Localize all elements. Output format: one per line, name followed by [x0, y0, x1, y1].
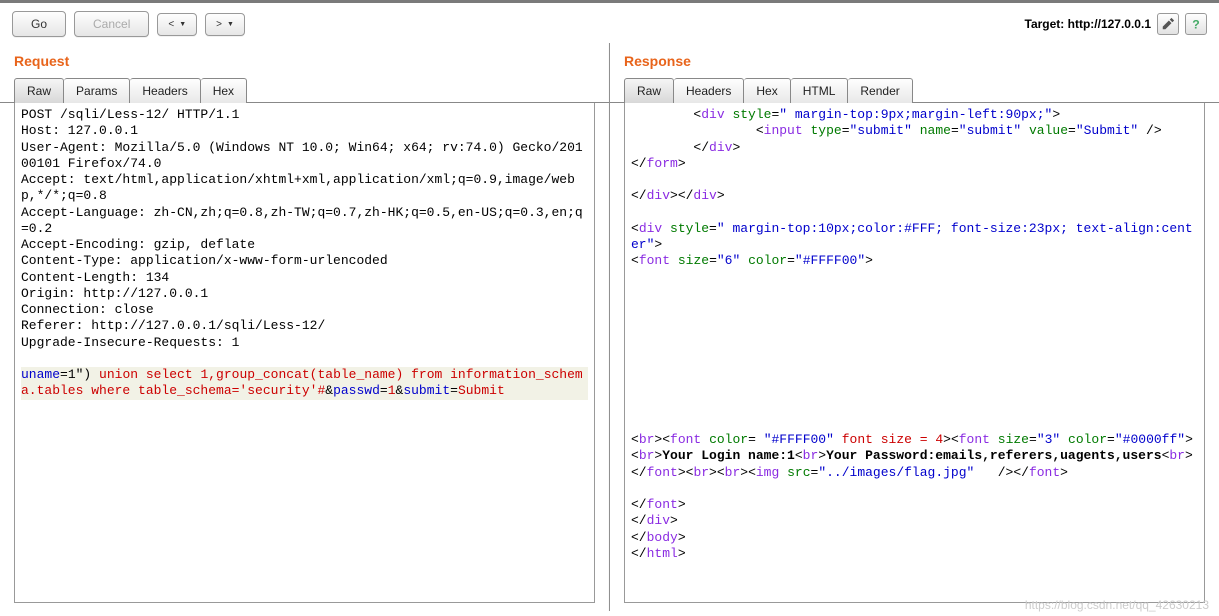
- response-tabs: Raw Headers Hex HTML Render: [610, 77, 1219, 103]
- login-name-text: Your Login name:1: [662, 448, 795, 463]
- target-section: Target: http://127.0.0.1 ?: [1025, 13, 1208, 35]
- tab-headers[interactable]: Headers: [130, 78, 200, 103]
- chevron-left-icon: <: [168, 19, 174, 30]
- tab-raw[interactable]: Raw: [14, 78, 64, 103]
- chevron-right-icon: >: [216, 19, 222, 30]
- pencil-icon: [1161, 17, 1175, 31]
- tab-render[interactable]: Render: [848, 78, 912, 103]
- param-key: uname: [21, 367, 60, 382]
- toolbar: Go Cancel <▼ >▼ Target: http://127.0.0.1…: [0, 3, 1219, 43]
- prev-button[interactable]: <▼: [157, 13, 197, 36]
- help-button[interactable]: ?: [1185, 13, 1207, 35]
- request-panel: Request Raw Params Headers Hex POST /sql…: [0, 43, 610, 611]
- param-key: passwd: [333, 383, 380, 398]
- svg-text:?: ?: [1192, 17, 1199, 31]
- next-button[interactable]: >▼: [205, 13, 245, 36]
- tab-html[interactable]: HTML: [791, 78, 849, 103]
- tab-hex[interactable]: Hex: [744, 78, 790, 103]
- question-icon: ?: [1189, 17, 1203, 31]
- request-title: Request: [0, 43, 609, 77]
- edit-target-button[interactable]: [1157, 13, 1179, 35]
- response-panel: Response Raw Headers Hex HTML Render <di…: [610, 43, 1219, 611]
- response-content[interactable]: <div style=" margin-top:9px;margin-left:…: [624, 103, 1205, 603]
- request-content[interactable]: POST /sqli/Less-12/ HTTP/1.1 Host: 127.0…: [14, 103, 595, 603]
- dropdown-icon: ▼: [227, 21, 234, 28]
- cancel-button[interactable]: Cancel: [74, 11, 149, 37]
- request-headers-text: POST /sqli/Less-12/ HTTP/1.1 Host: 127.0…: [21, 107, 583, 350]
- target-label: Target: http://127.0.0.1: [1025, 17, 1152, 31]
- password-text: Your Password:emails,referers,uagents,us…: [826, 448, 1161, 463]
- param-key: submit: [403, 383, 450, 398]
- response-title: Response: [610, 43, 1219, 77]
- go-button[interactable]: Go: [12, 11, 66, 37]
- tab-params[interactable]: Params: [64, 78, 130, 103]
- tab-hex[interactable]: Hex: [201, 78, 247, 103]
- request-tabs: Raw Params Headers Hex: [0, 77, 609, 103]
- tab-raw[interactable]: Raw: [624, 78, 674, 103]
- tab-headers[interactable]: Headers: [674, 78, 744, 103]
- dropdown-icon: ▼: [179, 21, 186, 28]
